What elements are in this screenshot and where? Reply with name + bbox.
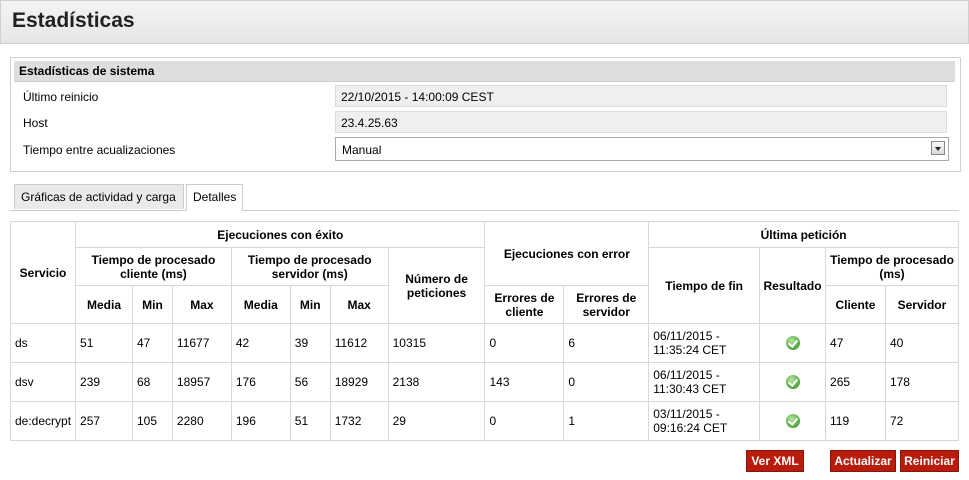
col-result: Resultado [759, 247, 827, 324]
group-error: Ejecuciones con error [484, 221, 650, 286]
system-stats-panel: Estadísticas de sistema Último reinicio … [10, 57, 961, 172]
page-title: Estadísticas [12, 9, 135, 32]
client-media: 239 [75, 362, 133, 402]
subgroup-server-time: Tiempo de procesado servidor (ms) [230, 247, 389, 286]
client-errors: 0 [484, 401, 565, 441]
service-name: de:decrypt [9, 401, 77, 441]
client-max: 11677 [171, 323, 232, 363]
subgroup-client-time: Tiempo de procesado cliente (ms) [75, 247, 232, 286]
col-end-time: Tiempo de fin [648, 247, 761, 324]
host-label: Host [23, 116, 48, 130]
check-circle-icon [785, 375, 800, 390]
col-server-max: Max [329, 285, 389, 324]
end-time: 03/11/2015 - 09:16:24 CET [648, 401, 761, 441]
col-client-media: Media [75, 285, 133, 324]
server-max: 1732 [329, 401, 389, 441]
server-max: 18929 [329, 362, 389, 402]
proc-client: 265 [825, 362, 886, 402]
server-errors: 1 [563, 401, 650, 441]
client-min: 68 [131, 362, 173, 402]
server-max: 11612 [329, 323, 389, 363]
result-cell [759, 323, 827, 363]
proc-server: 40 [884, 323, 960, 363]
view-xml-button[interactable]: Ver XML [746, 450, 804, 472]
chevron-down-icon[interactable] [931, 141, 945, 155]
result-cell [759, 401, 827, 441]
request-count: 2138 [387, 362, 486, 402]
restart-button[interactable]: Reiniciar [900, 450, 959, 472]
server-errors: 0 [563, 362, 650, 402]
col-server-media: Media [230, 285, 291, 324]
table-row: dsv 239 68 18957 176 56 18929 2138 143 0… [9, 362, 960, 402]
client-errors: 0 [484, 323, 565, 363]
col-client-max: Max [171, 285, 232, 324]
refresh-interval-label: Tiempo entre acualizaciones [23, 143, 176, 157]
client-min: 47 [131, 323, 173, 363]
last-restart-label: Último reinicio [23, 90, 99, 104]
result-cell [759, 362, 827, 402]
end-time: 06/11/2015 - 11:35:24 CET [648, 323, 761, 363]
check-circle-icon [785, 414, 800, 429]
table-row: de:decrypt 257 105 2280 196 51 1732 29 0… [9, 401, 960, 441]
refresh-interval-value: Manual [342, 143, 382, 157]
group-last-request: Última petición [648, 221, 959, 248]
tab-activity-charts[interactable]: Gráficas de actividad y carga [14, 184, 184, 209]
tab-details[interactable]: Detalles [186, 184, 243, 211]
col-client-min: Min [131, 285, 173, 324]
last-restart-value: 22/10/2015 - 14:00:09 CEST [341, 90, 494, 104]
col-server-min: Min [289, 285, 331, 324]
subgroup-proc-time: Tiempo de procesado (ms) [825, 247, 959, 286]
col-requests: Número de peticiones [387, 247, 486, 324]
system-stats-header: Estadísticas de sistema [14, 61, 955, 82]
last-restart-field: 22/10/2015 - 14:00:09 CEST [335, 85, 947, 107]
stats-table: Servicio Ejecuciones con éxito Ejecucion… [9, 221, 960, 441]
host-value: 23.4.25.63 [341, 116, 398, 130]
request-count: 29 [387, 401, 486, 441]
proc-client: 119 [825, 401, 886, 441]
system-stats-title: Estadísticas de sistema [19, 64, 155, 78]
refresh-button[interactable]: Actualizar [830, 450, 896, 472]
col-service: Servicio [9, 221, 77, 324]
service-name: dsv [9, 362, 77, 402]
check-circle-icon [785, 336, 800, 351]
client-errors: 143 [484, 362, 565, 402]
refresh-interval-select[interactable]: Manual [335, 137, 949, 161]
proc-server: 178 [884, 362, 960, 402]
service-name: ds [9, 323, 77, 363]
server-media: 196 [230, 401, 291, 441]
client-media: 257 [75, 401, 133, 441]
host-field: 23.4.25.63 [335, 111, 947, 133]
proc-server: 72 [884, 401, 960, 441]
server-min: 56 [289, 362, 331, 402]
group-success: Ejecuciones con éxito [75, 221, 486, 248]
proc-client: 47 [825, 323, 886, 363]
col-client-errors: Errores de cliente [484, 285, 565, 324]
tab-bar: Gráficas de actividad y carga Detalles [10, 184, 959, 211]
server-media: 42 [230, 323, 291, 363]
col-server-errors: Errores de servidor [563, 285, 650, 324]
end-time: 06/11/2015 - 11:30:43 CET [648, 362, 761, 402]
server-min: 39 [289, 323, 331, 363]
col-proc-server: Servidor [884, 285, 960, 324]
server-media: 176 [230, 362, 291, 402]
server-errors: 6 [563, 323, 650, 363]
client-min: 105 [131, 401, 173, 441]
client-max: 18957 [171, 362, 232, 402]
page-header: Estadísticas [0, 0, 969, 44]
table-row: ds 51 47 11677 42 39 11612 10315 0 6 06/… [9, 323, 960, 363]
client-media: 51 [75, 323, 133, 363]
col-proc-client: Cliente [825, 285, 886, 324]
server-min: 51 [289, 401, 331, 441]
client-max: 2280 [171, 401, 232, 441]
request-count: 10315 [387, 323, 486, 363]
